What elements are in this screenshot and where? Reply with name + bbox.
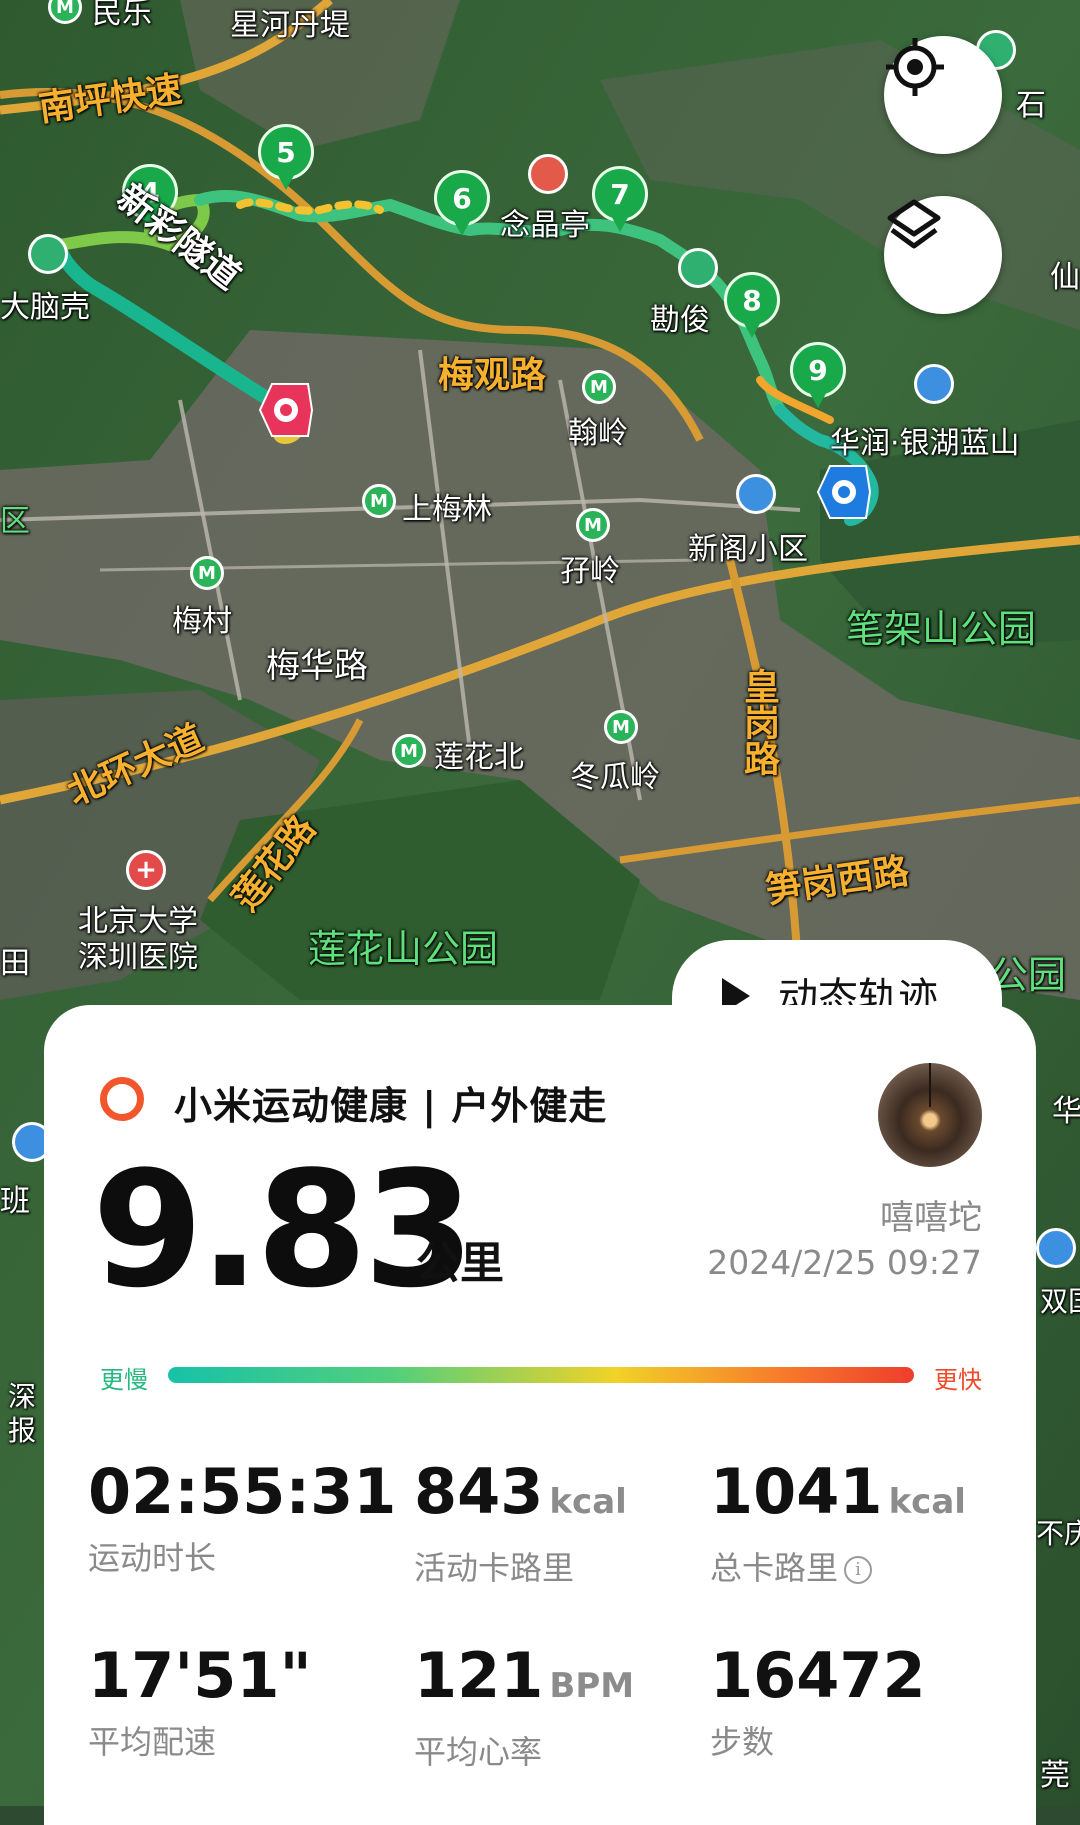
place-label: 莞 (1040, 1758, 1070, 1793)
pavilion-poi-icon (528, 154, 568, 194)
info-icon[interactable]: i (844, 1556, 873, 1584)
stat-unit: BPM (549, 1666, 635, 1706)
road-label: 梅观路 (438, 355, 547, 396)
speed-gradient-bar (168, 1367, 914, 1383)
app-logo-ring-icon (100, 1077, 144, 1121)
place-label: 上梅林 (402, 492, 492, 527)
hospital-poi-icon: + (126, 850, 166, 890)
building-poi-icon (1036, 1228, 1076, 1268)
stat-value: 17'51" (88, 1639, 312, 1712)
place-label: 新阁小区 (688, 532, 808, 567)
place-label: 大脑壳 (0, 290, 90, 325)
record-datetime: 2024/2/25 09:27 (707, 1243, 982, 1282)
stat-unit: kcal (888, 1482, 966, 1522)
speed-legend-fast: 更快 (934, 1366, 982, 1394)
stat-value: 843 (414, 1455, 544, 1528)
stat-value: 1041 (710, 1455, 883, 1528)
metro-station-icon: M (604, 710, 638, 744)
workout-summary-card: 小米运动健康 | 户外健走 9.83 公里 嘻嘻坨 2024/2/25 09:2… (44, 1005, 1036, 1825)
place-label: 莲花北 (434, 740, 524, 775)
distance-value: 9.83 (92, 1136, 475, 1323)
stat-avg-heart-rate: 121 BPM 平均心率 (414, 1643, 634, 1773)
stat-steps: 16472 步数 (710, 1643, 926, 1763)
stat-value: 02:55:31 (88, 1455, 397, 1528)
stat-label: 步数 (710, 1723, 775, 1761)
place-label: 区 (0, 504, 30, 539)
place-label: 深 报 (8, 1380, 37, 1447)
place-label: 勘俊 (650, 303, 710, 338)
km-marker: 9 (790, 342, 846, 410)
user-name: 嘻嘻坨 (880, 1198, 982, 1238)
place-label: 星河丹堤 (230, 8, 350, 43)
place-label: 翰岭 (568, 416, 628, 451)
end-marker-icon (252, 378, 316, 442)
stat-unit: kcal (549, 1482, 627, 1522)
metro-station-icon: M (582, 370, 616, 404)
place-label: 田 (0, 946, 30, 981)
place-label: 梅华路 (266, 646, 368, 686)
metro-station-icon: M (190, 556, 224, 590)
avatar[interactable] (878, 1063, 982, 1167)
distance-unit: 公里 (416, 1238, 504, 1289)
stat-active-calories: 843 kcal 活动卡路里 (414, 1459, 627, 1589)
place-label: 班 (0, 1184, 30, 1219)
mountain-poi-icon (28, 234, 68, 274)
stat-value: 121 (414, 1639, 544, 1712)
place-label: 双国 (1040, 1285, 1080, 1318)
metro-station-icon: M (362, 484, 396, 518)
place-label: 北京大学 深圳医院 (78, 904, 198, 975)
map-layers-button[interactable] (884, 196, 1002, 314)
place-label: 仙 (1050, 260, 1080, 295)
building-poi-icon (736, 474, 776, 514)
park-label: 莲花山公园 (308, 927, 499, 971)
km-marker: 8 (724, 272, 780, 340)
stat-value: 16472 (710, 1639, 926, 1712)
place-label: 不庆 (1036, 1517, 1080, 1550)
place-label: 石 (1016, 88, 1046, 123)
km-marker: 7 (592, 166, 648, 234)
place-label: 民乐 (92, 0, 152, 31)
mountain-poi-icon (678, 248, 718, 288)
locate-button[interactable] (884, 36, 1002, 154)
road-label: 皇岗路 (738, 668, 779, 776)
place-label: 华 (1052, 1094, 1080, 1129)
place-label: 梅村 (172, 604, 232, 639)
stat-label: 平均配速 (88, 1723, 217, 1761)
km-marker: 5 (258, 124, 314, 192)
speed-legend-slow: 更慢 (100, 1366, 148, 1394)
stat-total-calories: 1041 kcal 总卡路里 i (710, 1459, 966, 1589)
place-label: 冬瓜岭 (570, 760, 660, 795)
start-marker-icon (810, 460, 874, 524)
stat-label: 总卡路里 (710, 1549, 839, 1587)
place-label: 孖岭 (560, 554, 620, 589)
building-poi-icon (914, 364, 954, 404)
stat-duration: 02:55:31 运动时长 (88, 1459, 396, 1579)
place-label: 华润·银湖蓝山 (830, 426, 1020, 461)
stat-label: 运动时长 (88, 1539, 217, 1577)
metro-station-icon: M (392, 734, 426, 768)
place-label: 念晶亭 (500, 208, 590, 243)
app-title: 小米运动健康 | 户外健走 (174, 1084, 608, 1128)
stat-label: 平均心率 (414, 1733, 543, 1771)
stat-avg-pace: 17'51" 平均配速 (88, 1643, 312, 1763)
km-marker: 6 (434, 170, 490, 238)
park-label: 笔架山公园 (846, 607, 1037, 651)
metro-station-icon: M (576, 508, 610, 542)
stat-label: 活动卡路里 (414, 1549, 575, 1587)
